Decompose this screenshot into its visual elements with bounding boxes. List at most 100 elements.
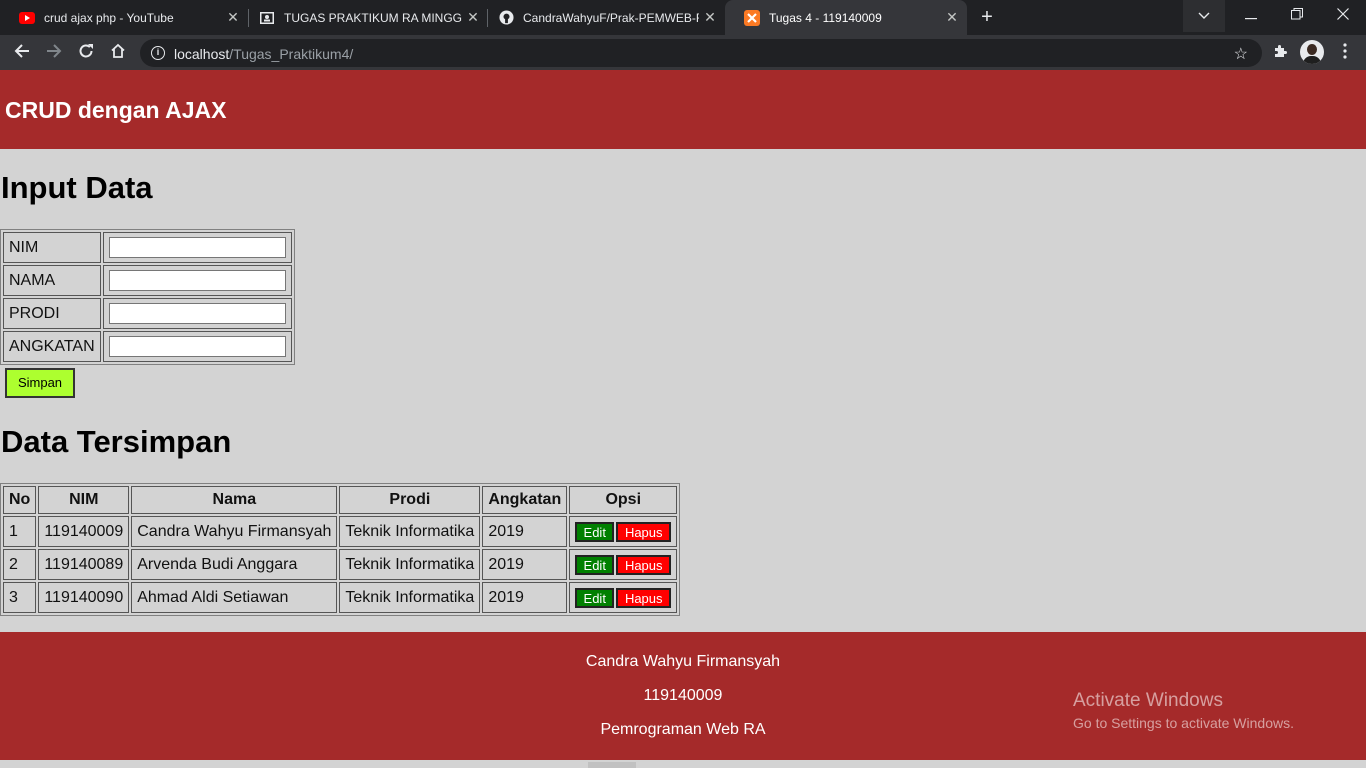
input-form: NIM NAMA PRODI ANGKATAN <box>0 229 295 365</box>
nama-input[interactable] <box>108 270 286 291</box>
restore-icon <box>1291 7 1303 25</box>
column-header-opsi: Opsi <box>569 486 678 514</box>
avatar-face <box>1307 44 1317 55</box>
watermark-subtitle: Go to Settings to activate Windows. <box>1073 715 1294 731</box>
browser-toolbar: i localhost/Tugas_Praktikum4/ ☆ <box>0 35 1366 70</box>
tab-youtube[interactable]: crud ajax php - YouTube ✕ <box>0 0 248 35</box>
column-header-no: No <box>3 486 37 514</box>
cell-no: 3 <box>3 582 37 613</box>
delete-button[interactable]: Hapus <box>616 521 672 542</box>
cell-nama: Ahmad Aldi Setiawan <box>131 582 338 613</box>
table-row: 1 119140009 Candra Wahyu Firmansyah Tekn… <box>3 516 678 547</box>
edit-button[interactable]: Edit <box>575 587 615 608</box>
form-row-prodi: PRODI <box>3 298 292 329</box>
avatar-shirt <box>1303 56 1321 64</box>
form-row-angkatan: ANGKATAN <box>3 331 292 362</box>
github-icon <box>498 10 514 26</box>
form-row-nama: NAMA <box>3 265 292 296</box>
cell-nama: Arvenda Budi Anggara <box>131 549 338 580</box>
close-tab-icon[interactable]: ✕ <box>699 9 721 26</box>
edit-button[interactable]: Edit <box>575 521 615 542</box>
watermark-title: Activate Windows <box>1073 690 1223 711</box>
new-tab-button[interactable]: + <box>974 5 1000 31</box>
edit-button[interactable]: Edit <box>575 554 615 575</box>
cell-opsi: Edit Hapus <box>569 582 678 613</box>
cell-nama: Candra Wahyu Firmansyah <box>131 516 338 547</box>
tab-title: CandraWahyuF/Prak-PEMWEB-R <box>523 10 699 25</box>
home-icon <box>110 43 126 64</box>
back-button[interactable] <box>9 40 35 66</box>
reload-icon <box>78 43 94 64</box>
cell-nim: 119140089 <box>38 549 130 580</box>
cell-angkatan: 2019 <box>482 516 568 547</box>
cell-opsi: Edit Hapus <box>569 516 678 547</box>
cell-nim: 119140009 <box>38 516 130 547</box>
delete-button[interactable]: Hapus <box>616 587 672 608</box>
reload-button[interactable] <box>73 40 99 66</box>
data-table: No NIM Nama Prodi Angkatan Opsi 1 119140… <box>0 483 681 616</box>
scrollbar-thumb[interactable] <box>588 762 636 768</box>
url-text[interactable]: localhost/Tugas_Praktikum4/ <box>174 46 353 62</box>
xampp-icon <box>744 9 760 26</box>
minimize-button[interactable] <box>1228 0 1274 32</box>
prodi-input[interactable] <box>108 303 286 324</box>
info-icon[interactable]: i <box>151 46 165 60</box>
column-header-angkatan: Angkatan <box>482 486 568 514</box>
cell-prodi: Teknik Informatika <box>339 516 481 547</box>
form-row-nim: NIM <box>3 232 292 263</box>
prodi-label: PRODI <box>3 298 101 329</box>
site-header: CRUD dengan AJAX <box>0 70 1366 149</box>
kebab-menu-icon <box>1343 42 1347 64</box>
cell-angkatan: 2019 <box>482 549 568 580</box>
address-bar[interactable]: i localhost/Tugas_Praktikum4/ ☆ <box>140 39 1262 67</box>
site-title: CRUD dengan AJAX <box>5 97 227 123</box>
chevron-down-icon <box>1198 7 1210 25</box>
angkatan-input[interactable] <box>108 336 286 357</box>
close-icon <box>1337 7 1349 25</box>
windows-activation-watermark: Activate Windows Go to Settings to activ… <box>1073 690 1294 731</box>
restore-button[interactable] <box>1274 0 1320 32</box>
delete-button[interactable]: Hapus <box>616 554 672 575</box>
tab-github[interactable]: CandraWahyuF/Prak-PEMWEB-R ✕ <box>479 0 725 35</box>
column-header-nim: NIM <box>38 486 130 514</box>
nama-label: NAMA <box>3 265 101 296</box>
cell-prodi: Teknik Informatika <box>339 582 481 613</box>
tab-title: crud ajax php - YouTube <box>44 10 174 25</box>
classroom-icon <box>259 10 275 26</box>
profile-avatar[interactable] <box>1300 40 1324 64</box>
nim-label: NIM <box>3 232 101 263</box>
input-section-title: Input Data <box>1 170 153 205</box>
arrow-right-icon <box>46 43 62 64</box>
save-button[interactable]: Simpan <box>5 368 75 398</box>
cell-nim: 119140090 <box>38 582 130 613</box>
angkatan-label: ANGKATAN <box>3 331 101 362</box>
minimize-icon <box>1245 7 1257 25</box>
nim-input[interactable] <box>108 237 286 258</box>
tab-title: TUGAS PRAKTIKUM RA MINGGU <box>284 10 462 25</box>
column-header-nama: Nama <box>131 486 338 514</box>
tab-search-button[interactable] <box>1183 0 1225 32</box>
url-path: /Tugas_Praktikum4/ <box>229 46 354 62</box>
table-header-row: No NIM Nama Prodi Angkatan Opsi <box>3 486 678 514</box>
cell-no: 1 <box>3 516 37 547</box>
tab-title: Tugas 4 - 119140009 <box>769 10 882 25</box>
youtube-icon <box>19 10 35 26</box>
menu-button[interactable] <box>1332 40 1358 66</box>
browser-tabstrip: crud ajax php - YouTube ✕ TUGAS PRAKTIKU… <box>0 0 1366 35</box>
horizontal-scrollbar[interactable] <box>0 760 1366 768</box>
bookmark-star-icon[interactable]: ☆ <box>1234 44 1248 64</box>
column-header-prodi: Prodi <box>339 486 481 514</box>
tab-classroom[interactable]: TUGAS PRAKTIKUM RA MINGGU ✕ <box>240 0 488 35</box>
url-host: localhost <box>174 46 230 62</box>
table-row: 2 119140089 Arvenda Budi Anggara Teknik … <box>3 549 678 580</box>
extensions-button[interactable] <box>1267 40 1293 66</box>
cell-prodi: Teknik Informatika <box>339 549 481 580</box>
forward-button[interactable] <box>41 40 67 66</box>
close-tab-icon[interactable]: ✕ <box>941 9 963 26</box>
cell-angkatan: 2019 <box>482 582 568 613</box>
cell-no: 2 <box>3 549 37 580</box>
tab-tugas4[interactable]: Tugas 4 - 119140009 ✕ <box>725 0 967 35</box>
home-button[interactable] <box>105 40 131 66</box>
close-window-button[interactable] <box>1320 0 1366 32</box>
arrow-left-icon <box>14 43 30 64</box>
